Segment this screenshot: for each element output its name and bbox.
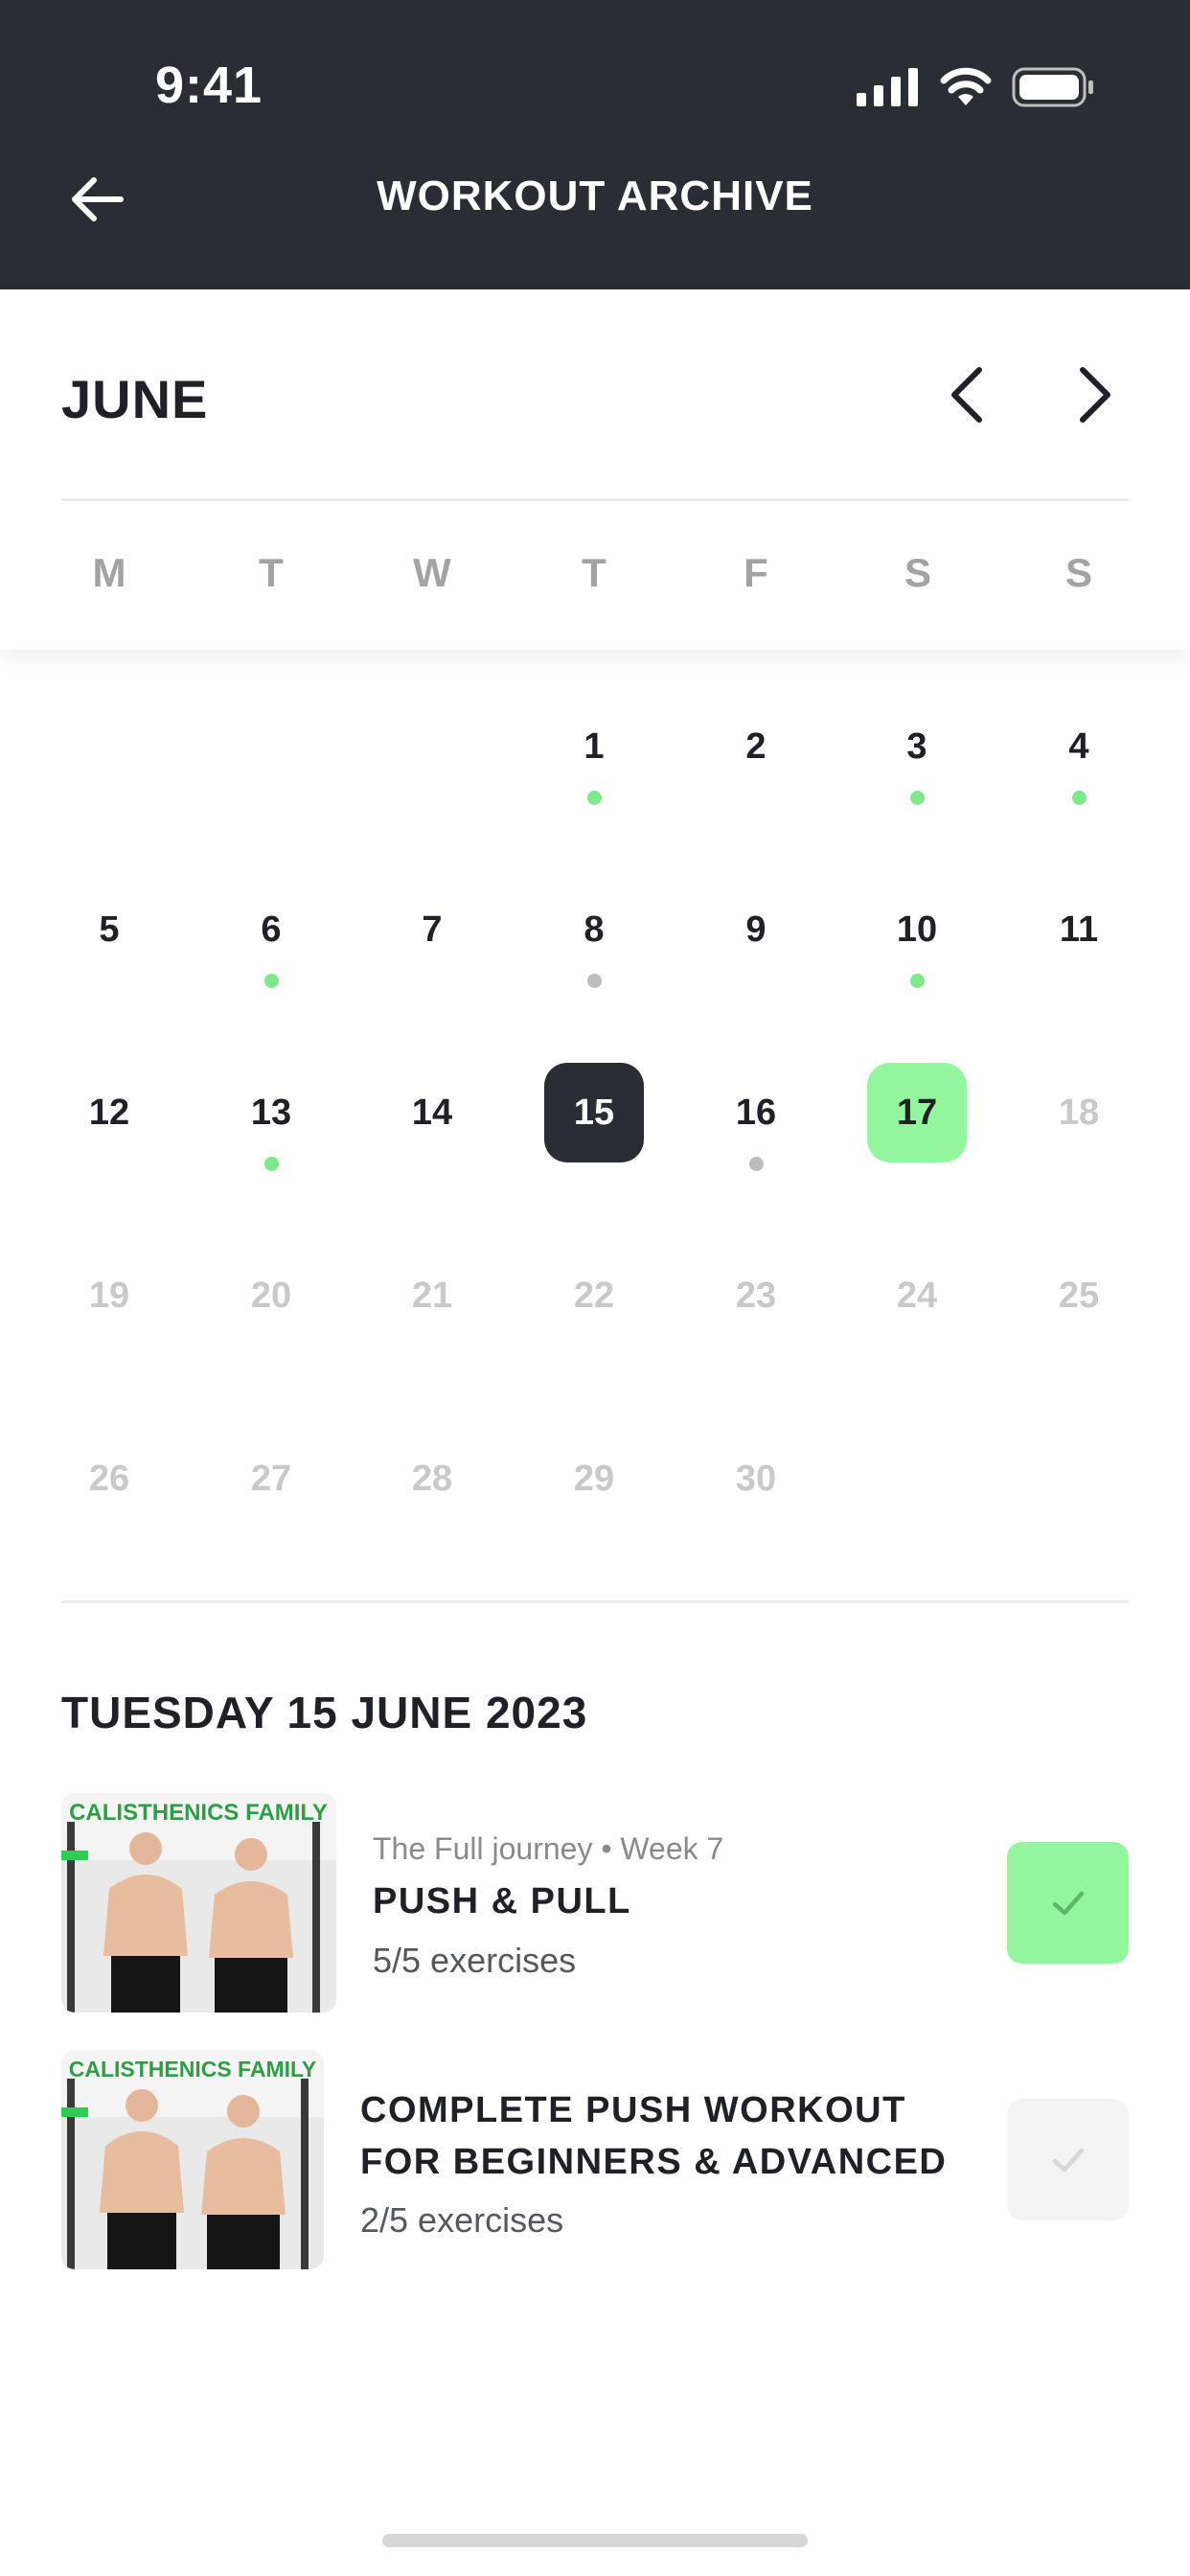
calendar-day[interactable]: 21 <box>382 1246 482 1346</box>
weekday-label: S <box>1064 550 1092 595</box>
calendar-day[interactable]: 7 <box>382 880 482 979</box>
calendar-day[interactable]: 14 <box>382 1063 482 1162</box>
workout-title: PUSH & PULL <box>373 1881 631 1921</box>
workout-card[interactable]: CALISTHENICS FAMILY The Full journey • W… <box>61 1793 1129 2012</box>
calendar-header: JUNE M T W T F S S <box>0 289 1190 650</box>
workout-thumbnail: CALISTHENICS FAMILY <box>61 2050 324 2269</box>
page-title: WORKOUT ARCHIVE <box>377 172 813 219</box>
calendar-day[interactable]: 3 <box>867 697 967 796</box>
status-icons <box>857 67 1094 107</box>
next-month-button[interactable] <box>1058 360 1127 429</box>
calendar-day[interactable]: 29 <box>544 1429 644 1529</box>
weekday-label: T <box>259 550 284 595</box>
status-time: 9:41 <box>155 57 263 114</box>
weekday-label: M <box>92 550 126 595</box>
calendar-day-today[interactable]: 17 <box>867 1063 967 1162</box>
calendar-day[interactable]: 28 <box>382 1429 482 1529</box>
wifi-icon <box>940 67 992 105</box>
thumbnail-logo-text: CALISTHENICS FAMILY <box>69 1800 328 1826</box>
month-label: JUNE <box>61 369 209 429</box>
calendar-day[interactable]: 19 <box>59 1246 159 1346</box>
calendar-day[interactable]: 27 <box>221 1429 321 1529</box>
completed-checkbox[interactable] <box>1007 1842 1129 1964</box>
calendar-day[interactable]: 25 <box>1029 1246 1129 1346</box>
calendar-day[interactable]: 2 <box>706 697 806 796</box>
divider <box>61 498 1129 501</box>
weekday-label: S <box>904 550 931 595</box>
workout-progress: 2/5 exercises <box>360 2200 564 2240</box>
weekday-row: M T W T F S S <box>0 550 1190 608</box>
workout-completed-dot <box>909 974 925 988</box>
calendar-day[interactable]: 10 <box>867 880 967 979</box>
workout-progress: 5/5 exercises <box>373 1941 577 1980</box>
previous-month-button[interactable] <box>935 360 1004 429</box>
thumbnail-logo-text: CALISTHENICS FAMILY <box>69 2057 317 2082</box>
divider <box>61 1600 1129 1603</box>
weekday-label: W <box>413 550 451 595</box>
weekday-label: F <box>744 550 768 595</box>
workout-meta: The Full journey • Week 7 <box>373 1831 724 1866</box>
workout-card[interactable]: CALISTHENICS FAMILY COMPLETE PUSH WORKOU… <box>61 2050 1129 2269</box>
calendar-day[interactable]: 23 <box>706 1246 806 1346</box>
signal-icon <box>857 68 918 106</box>
workout-thumbnail: CALISTHENICS FAMILY <box>61 1793 336 2012</box>
calendar-day[interactable]: 9 <box>706 880 806 979</box>
weekday-label: T <box>582 550 606 595</box>
app-header: 9:41 WORKOUT ARCHIVE <box>0 0 1190 289</box>
calendar-day[interactable]: 16 <box>706 1063 806 1162</box>
check-icon <box>1052 1891 1084 1915</box>
workout-title-line-2: FOR BEGINNERS & ADVANCED <box>360 2142 948 2182</box>
incomplete-checkbox[interactable] <box>1007 2099 1129 2220</box>
workout-completed-dot <box>263 1157 279 1171</box>
workout-partial-dot <box>748 1157 764 1171</box>
chevron-right-icon <box>1080 367 1110 423</box>
calendar-day-selected[interactable]: 15 <box>544 1063 644 1162</box>
calendar-day[interactable]: 18 <box>1029 1063 1129 1162</box>
calendar-day[interactable]: 1 <box>544 697 644 796</box>
calendar-day[interactable]: 6 <box>221 880 321 979</box>
calendar-day[interactable]: 8 <box>544 880 644 979</box>
calendar-day[interactable]: 20 <box>221 1246 321 1346</box>
workout-completed-dot <box>586 791 602 805</box>
calendar-day[interactable]: 13 <box>221 1063 321 1162</box>
calendar-day[interactable]: 22 <box>544 1246 644 1346</box>
battery-icon <box>1012 67 1093 107</box>
calendar-day[interactable]: 30 <box>706 1429 806 1529</box>
workout-title-line-1: COMPLETE PUSH WORKOUT <box>360 2090 906 2130</box>
calendar-day[interactable]: 11 <box>1029 880 1129 979</box>
check-icon <box>1052 2148 1084 2172</box>
calendar-day[interactable]: 24 <box>867 1246 967 1346</box>
workout-completed-dot <box>263 974 279 988</box>
workout-partial-dot <box>586 974 602 988</box>
calendar-day[interactable]: 5 <box>59 880 159 979</box>
workout-completed-dot <box>909 791 925 805</box>
chevron-left-icon <box>951 367 982 423</box>
selected-date-heading: TUESDAY 15 JUNE 2023 <box>61 1688 588 1737</box>
calendar-day[interactable]: 26 <box>59 1429 159 1529</box>
calendar-day[interactable]: 4 <box>1029 697 1129 796</box>
home-indicator <box>382 2534 808 2547</box>
workout-completed-dot <box>1071 791 1087 805</box>
calendar-day[interactable]: 12 <box>59 1063 159 1162</box>
